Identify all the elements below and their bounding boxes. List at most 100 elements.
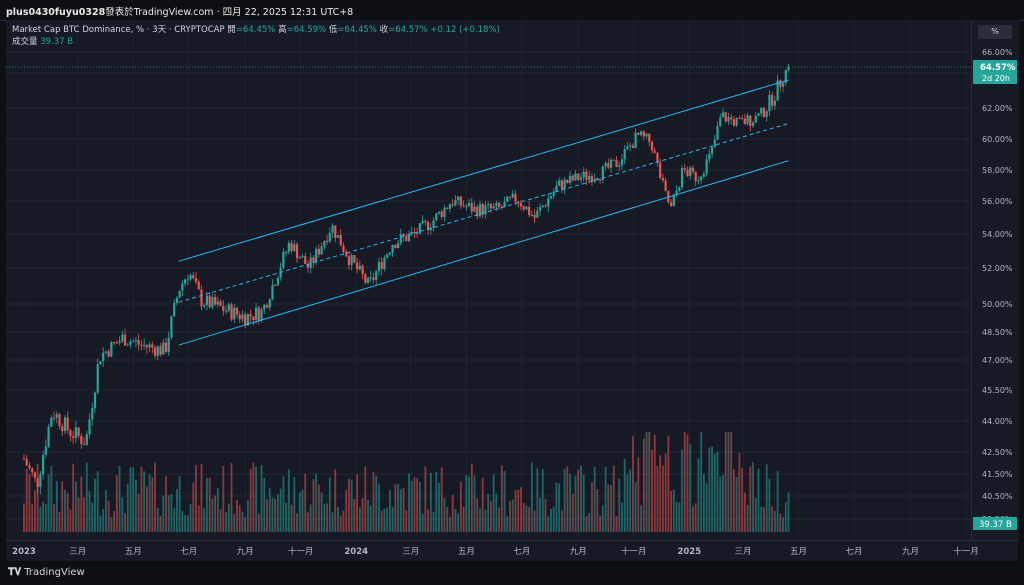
time-tick-label: 三月: [402, 547, 419, 557]
high-value: =64.59%: [286, 25, 327, 35]
candle-body: [544, 205, 547, 207]
candle-body: [473, 206, 476, 212]
volume-bar: [252, 462, 255, 532]
candle-body: [156, 346, 159, 356]
volume-bar: [271, 497, 274, 532]
bar-countdown: 2d 20h: [982, 74, 1010, 83]
volume-bar: [637, 457, 640, 532]
chart-pane[interactable]: [6, 20, 971, 540]
candle-body: [549, 196, 553, 199]
tradingview-logo[interactable]: 𝐓𝐕 TradingView: [8, 567, 85, 578]
volume-bar: [91, 502, 94, 532]
candle-body: [358, 265, 361, 270]
symbol-title[interactable]: Market Cap BTC Dominance, %: [12, 25, 144, 35]
candle-body: [230, 304, 233, 320]
candle-body: [366, 277, 370, 283]
candle-body: [530, 214, 533, 216]
candle-body: [364, 274, 367, 283]
volume-bar: [137, 494, 140, 532]
volume-bar: [102, 508, 105, 532]
volume-bar: [200, 463, 203, 532]
volume-bar: [427, 509, 430, 532]
candle-body: [74, 427, 77, 438]
volume-bar: [107, 500, 110, 532]
volume-bar: [713, 453, 716, 532]
volume-bar: [173, 508, 176, 532]
candle-body: [216, 301, 219, 305]
volume-bar: [110, 516, 113, 532]
candle-body: [298, 257, 301, 259]
candle-body: [115, 342, 118, 344]
volume-bar: [547, 516, 550, 532]
candle-body: [350, 255, 353, 266]
volume-bar: [760, 506, 763, 532]
volume-bar: [757, 468, 760, 532]
volume-bar: [733, 469, 735, 532]
candle-body: [200, 289, 203, 307]
candle-body: [162, 342, 165, 355]
candle-body: [626, 146, 629, 150]
volume-bar: [541, 468, 544, 532]
volume-bar: [233, 514, 236, 532]
candle-body: [238, 314, 241, 320]
candle-body: [781, 82, 785, 87]
volume-bar: [304, 473, 307, 532]
candle-body: [678, 187, 681, 191]
candle-body: [642, 131, 645, 137]
candle-body: [55, 414, 58, 418]
price-tick-label: 66.00%: [982, 48, 1013, 57]
volume-bar: [408, 473, 410, 532]
volume-bar: [88, 491, 91, 532]
volume-bar: [776, 471, 779, 532]
candle-body: [323, 240, 326, 247]
candle-body: [28, 465, 31, 469]
candle-body: [36, 477, 39, 487]
candle-body: [708, 153, 711, 160]
volume-bar: [752, 462, 754, 532]
volume-label: 成交量: [12, 37, 38, 47]
candle-body: [189, 275, 192, 280]
volume-bar: [552, 506, 555, 532]
candle-body: [506, 196, 509, 202]
candle-body: [751, 122, 755, 126]
volume-bar: [749, 466, 752, 532]
volume-bar: [784, 502, 787, 532]
candle-body: [227, 304, 230, 311]
time-axis[interactable]: 2023 三月 五月 七月 九月 十一月 2024 三月 五月 七月 九月 十一月 2025 三月 五月 七月…: [6, 540, 1018, 561]
candle-body: [749, 115, 752, 126]
candle-body: [705, 159, 708, 174]
volume-bar: [530, 462, 533, 532]
candle-body: [113, 342, 116, 344]
time-tick-label: 七月: [513, 547, 530, 557]
candle-body: [568, 175, 572, 183]
interval-label[interactable]: 3天: [152, 25, 166, 35]
volume-bar: [558, 483, 561, 532]
candle-body: [639, 131, 643, 135]
time-tick-label: 三月: [69, 547, 86, 557]
volume-bar: [361, 498, 364, 532]
candle-body: [265, 305, 269, 308]
channel-middle-line[interactable]: [178, 123, 789, 303]
volume-bar: [96, 471, 99, 532]
volume-bar: [61, 481, 64, 532]
volume-bar: [424, 466, 427, 532]
percent-scale-button[interactable]: %: [978, 25, 1012, 39]
volume-bar: [178, 476, 181, 532]
high-label: 高: [278, 25, 287, 35]
candle-body: [295, 244, 299, 259]
candle-body: [465, 206, 468, 208]
time-tick-label: 十一月: [953, 546, 979, 557]
price-axis[interactable]: 66.00%64.00%62.00%60.00%58.00%56.00%54.0…: [971, 20, 1019, 540]
candle-body: [271, 285, 274, 300]
volume-bar: [664, 453, 667, 532]
candle-body: [457, 196, 460, 201]
volume-bar: [692, 506, 694, 532]
price-chart[interactable]: [6, 20, 971, 540]
candle-body: [186, 279, 189, 281]
volume-bar: [386, 507, 389, 532]
price-axis-labels: 66.00%64.00%62.00%60.00%58.00%56.00%54.0…: [973, 48, 1017, 530]
candle-body: [618, 165, 621, 167]
author-username[interactable]: plus0430fuyu0328: [6, 7, 105, 18]
legend-ohlc-row: Market Cap BTC Dominance, % · 3天 · CRYPT…: [12, 24, 500, 36]
channel-lower-line[interactable]: [178, 160, 789, 346]
